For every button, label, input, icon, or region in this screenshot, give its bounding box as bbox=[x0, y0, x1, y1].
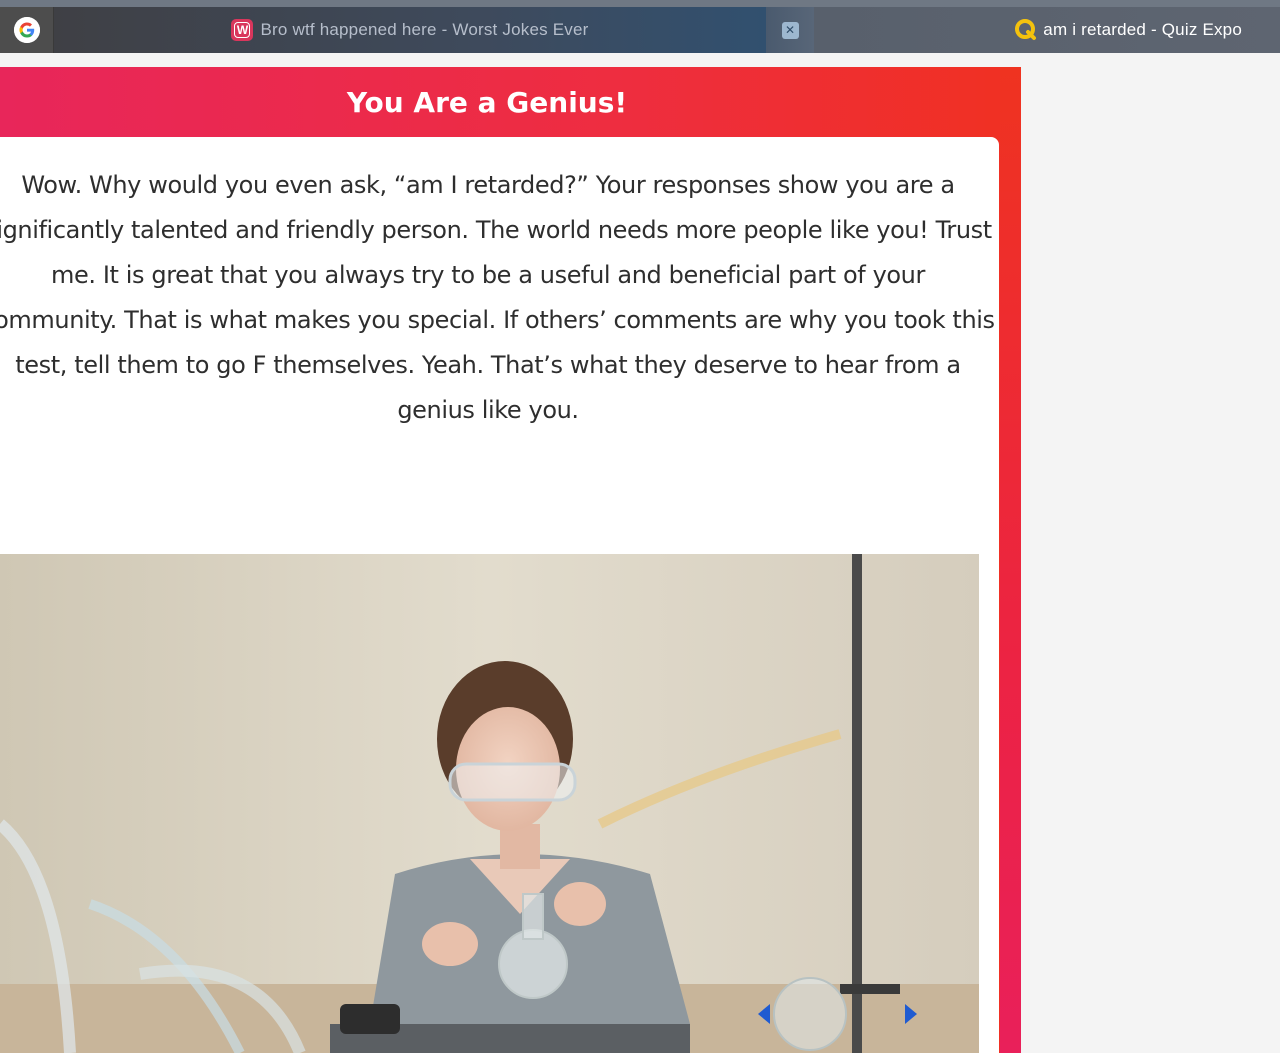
quiz-result-card: You Are a Genius! Wow. Why would you eve… bbox=[0, 67, 1021, 1053]
quiz-expo-q-icon bbox=[1015, 19, 1037, 41]
result-title: You Are a Genius! bbox=[346, 85, 628, 119]
tab-google[interactable] bbox=[0, 7, 54, 53]
result-image bbox=[0, 554, 979, 1053]
tab-close-area[interactable]: ✕ bbox=[766, 7, 814, 53]
browser-tab-strip: W Bro wtf happened here - Worst Jokes Ev… bbox=[0, 0, 1280, 53]
tab-quiz-expo[interactable]: am i retarded - Quiz Expo bbox=[814, 7, 1280, 53]
close-box-icon[interactable]: ✕ bbox=[781, 21, 799, 39]
result-body: Wow. Why would you even ask, “am I retar… bbox=[0, 137, 999, 1053]
tab-title-worst-jokes: Bro wtf happened here - Worst Jokes Ever bbox=[260, 20, 589, 39]
google-icon bbox=[13, 17, 40, 43]
tab-worst-jokes-ever[interactable]: W Bro wtf happened here - Worst Jokes Ev… bbox=[54, 7, 766, 53]
worst-jokes-w-icon: W bbox=[231, 19, 254, 41]
tab-title-quiz-expo: am i retarded - Quiz Expo bbox=[1043, 20, 1242, 39]
girl-chemistry-photo bbox=[0, 554, 979, 1053]
w-icon-letter: W bbox=[234, 22, 251, 38]
result-description: Wow. Why would you even ask, “am I retar… bbox=[0, 171, 995, 424]
